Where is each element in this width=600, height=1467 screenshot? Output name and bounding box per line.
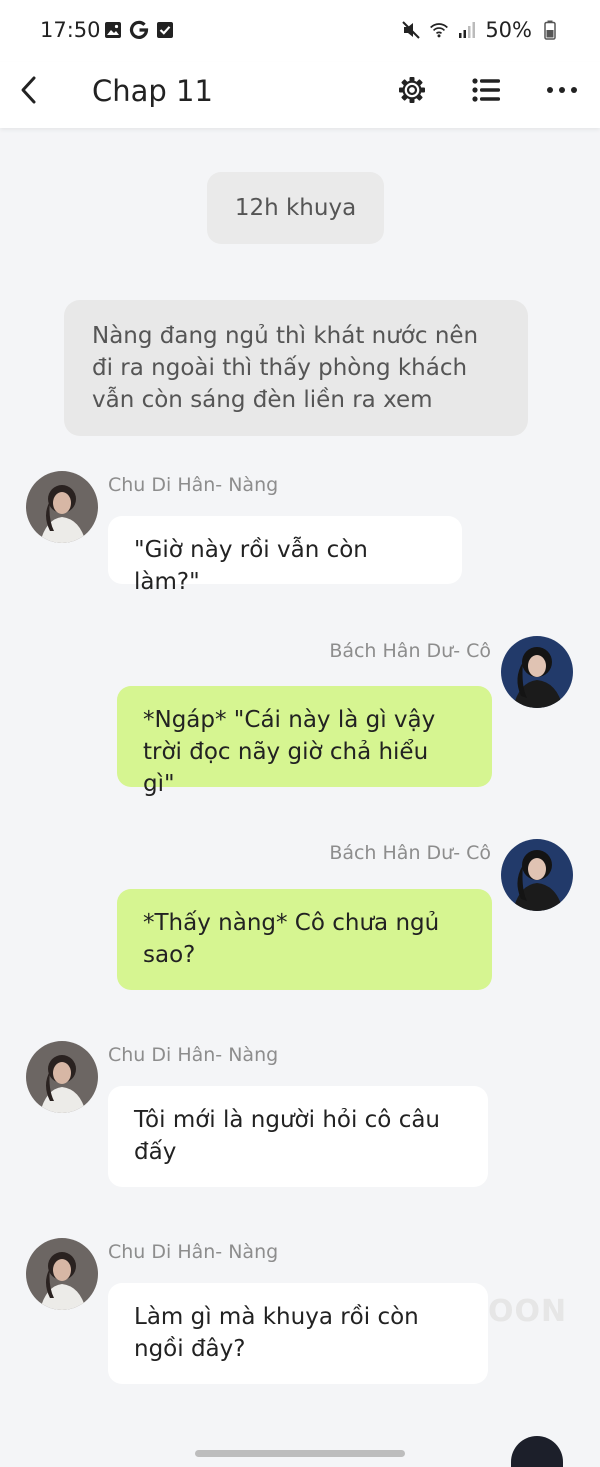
gallery-icon [103, 20, 123, 40]
chapter-title: Chap 11 [92, 74, 213, 108]
app-header: Chap 11 [0, 62, 600, 128]
sender-name: Bách Hân Dư- Cô [329, 842, 491, 864]
wifi-icon [429, 20, 449, 40]
sender-name: Chu Di Hân- Nàng [108, 1241, 279, 1263]
checkbox-icon [155, 20, 175, 40]
sender-name: Bách Hân Dư- Cô [329, 640, 491, 662]
avatar-chu-di-han[interactable] [26, 1238, 98, 1310]
status-right-icons: 50% [401, 18, 560, 42]
signal-icon [457, 20, 477, 40]
sender-name: Chu Di Hân- Nàng [108, 1044, 279, 1066]
home-indicator[interactable] [195, 1450, 405, 1457]
battery-percent: 50% [485, 18, 532, 42]
back-icon[interactable] [14, 72, 44, 108]
message-bubble: Tôi mới là người hỏi cô câu đấy [108, 1086, 488, 1187]
mute-icon [401, 20, 421, 40]
watermark: OON [488, 1294, 568, 1329]
avatar-chu-di-han[interactable] [26, 1041, 98, 1113]
narration-box: Nàng đang ngủ thì khát nước nên đi ra ng… [64, 300, 528, 436]
list-icon[interactable] [471, 74, 503, 106]
avatar-chu-di-han[interactable] [26, 471, 98, 543]
avatar-bach-han-du[interactable] [501, 839, 573, 911]
status-time: 17:50 [40, 18, 101, 42]
time-label: 12h khuya [207, 172, 384, 244]
message-bubble: *Thấy nàng* Cô chưa ngủ sao? [117, 889, 492, 990]
battery-icon [540, 20, 560, 40]
google-icon [129, 20, 149, 40]
more-icon[interactable] [546, 74, 578, 106]
partial-avatar [511, 1436, 563, 1467]
status-left-icons [103, 20, 175, 40]
chat-area[interactable]: 12h khuya Nàng đang ngủ thì khát nước nê… [0, 128, 600, 1467]
status-bar: 17:50 50% [0, 0, 600, 62]
message-bubble: *Ngáp* "Cái này là gì vậy trời đọc nãy g… [117, 686, 492, 797]
message-bubble: "Giờ này rồi vẫn còn làm?" [108, 516, 462, 595]
sender-name: Chu Di Hân- Nàng [108, 474, 279, 496]
settings-icon[interactable] [396, 74, 428, 106]
avatar-bach-han-du[interactable] [501, 636, 573, 708]
chat-screen: 17:50 50% Chap 11 12h khuya Nàng đang ng… [0, 0, 600, 1467]
message-bubble: Làm gì mà khuya rồi còn ngồi đây? [108, 1283, 488, 1384]
